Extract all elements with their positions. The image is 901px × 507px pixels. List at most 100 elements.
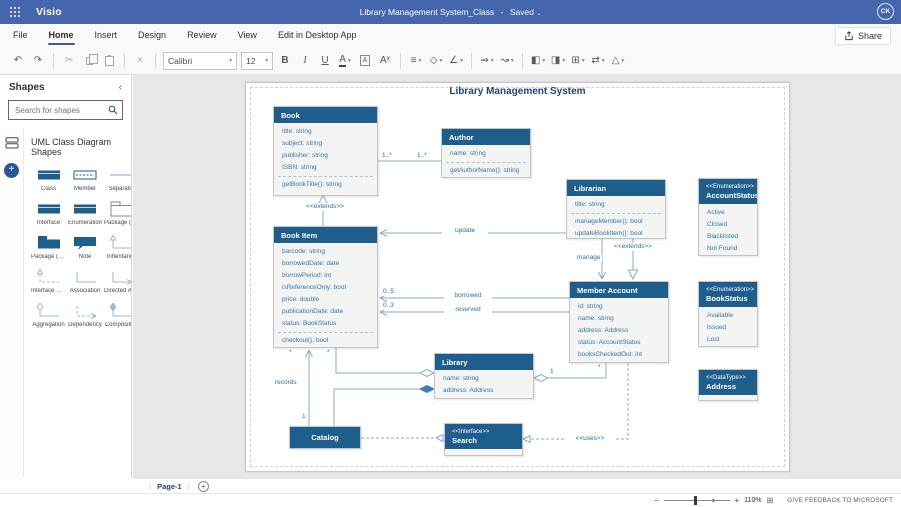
line-icon: ∠ <box>449 55 458 66</box>
uses-label: <<uses>> <box>564 435 616 443</box>
group-icon: ⊞ <box>571 55 579 66</box>
connector-end-button[interactable]: ↝▾ <box>499 52 515 70</box>
menu-design[interactable]: Design <box>137 26 167 45</box>
menu-file[interactable]: File <box>12 26 29 45</box>
address-name: Address <box>706 382 757 392</box>
uml-class-author[interactable]: Author name: stringgetAuthorName(): stri… <box>441 128 531 178</box>
uml-row: name: string <box>570 313 668 325</box>
drawing-canvas[interactable]: Library Management System <box>133 75 901 478</box>
uml-class-library[interactable]: Library name: stringaddress: Address <box>434 353 534 399</box>
uml-datatype-address[interactable]: <<DataType>>Address <box>698 369 758 401</box>
chevron-down-icon: ▾ <box>511 58 514 64</box>
position-button[interactable]: ⇄▾ <box>590 52 606 70</box>
uml-enum-accountstatus[interactable]: <<Enumeration>>AccountStatus ActiveClose… <box>698 178 758 256</box>
position-icon: ⇄ <box>591 55 599 66</box>
menu-home[interactable]: Home <box>48 26 75 45</box>
stencil-shape-class[interactable]: Class <box>31 167 66 192</box>
uml-enum-bookstatus[interactable]: <<Enumeration>>BookStatus AvailableIssue… <box>698 281 758 347</box>
page-tab[interactable]: Page-1 <box>157 482 182 491</box>
bold-button[interactable]: B <box>277 52 293 70</box>
zoom-in-button[interactable]: + <box>735 496 740 505</box>
menu-insert[interactable]: Insert <box>94 26 119 45</box>
paste-button[interactable] <box>101 52 117 70</box>
stencil-shape-separator[interactable]: Separator <box>104 167 131 192</box>
search-name: Search <box>452 436 522 446</box>
underline-button[interactable]: U <box>317 52 333 70</box>
stencil-shape-package-ex[interactable]: Package (ex... <box>104 201 131 226</box>
stencil-shape-label: Package (col... <box>31 254 66 260</box>
font-color-button[interactable]: A▾ <box>337 52 353 70</box>
collapse-panel-icon[interactable]: ‹ <box>119 82 122 93</box>
stencil-shape-interface-re[interactable]: Interface Re... <box>31 269 66 294</box>
add-stencil-button[interactable]: + <box>4 163 19 178</box>
stencil-shape-label: Note <box>79 254 92 260</box>
diagram-title[interactable]: Library Management System <box>246 86 789 97</box>
delete-button[interactable]: × <box>132 52 148 70</box>
drawing-page[interactable]: Library Management System <box>245 82 790 472</box>
stencil-shape-label: Composition <box>105 322 131 328</box>
stencil-shape-label: Package (ex... <box>104 220 131 226</box>
send-backward-button[interactable]: ◨▾ <box>550 52 566 70</box>
bring-forward-button[interactable]: ◧▾ <box>530 52 546 70</box>
app-launcher-icon[interactable] <box>0 0 30 24</box>
zoom-out-button[interactable]: − <box>654 496 659 505</box>
zoom-level[interactable]: 110% <box>744 497 761 504</box>
menu-view[interactable]: View <box>237 26 258 45</box>
redo-button[interactable]: ↷ <box>30 52 46 70</box>
note-shape-icon <box>73 235 97 251</box>
stencil-shape-interface[interactable]: Interface <box>31 201 66 226</box>
saved-status[interactable]: Saved <box>510 7 534 17</box>
uml-class-member-account[interactable]: Member Account id: stringname: stringadd… <box>569 281 669 363</box>
menu-edit-desktop[interactable]: Edit in Desktop App <box>277 26 358 45</box>
feedback-link[interactable]: GIVE FEEDBACK TO MICROSOFT <box>787 497 893 504</box>
uml-class-book-item[interactable]: Book Item barcode: stringborrowedDate: d… <box>273 226 378 348</box>
uml-row: manageMember(): bool <box>567 216 665 228</box>
shape-fill-button[interactable]: ◇▾ <box>428 52 444 70</box>
add-page-button[interactable]: + <box>198 481 209 492</box>
fit-page-icon[interactable]: ⊞ <box>767 496 774 505</box>
uml-interface-search[interactable]: <<Interface>>Search <box>444 423 523 456</box>
connector-begin-button[interactable]: ⇒▾ <box>479 52 495 70</box>
stencil-shape-dependency[interactable]: Dependency <box>68 303 102 328</box>
stencil-shape-note[interactable]: Note <box>68 235 102 260</box>
uml-class-librarian[interactable]: Librarian title: stringmanageMember(): b… <box>566 179 666 239</box>
shape-search-input[interactable] <box>13 105 108 116</box>
text-block-button[interactable]: A <box>357 52 373 70</box>
account-avatar[interactable]: CK <box>877 3 894 20</box>
chevron-down-icon: ▾ <box>348 58 351 64</box>
stencil-shape-directed-ass[interactable]: Directed Ass... <box>104 269 131 294</box>
uml-class-book[interactable]: Book title: stringsubject: stringpublish… <box>273 106 378 196</box>
saved-chevron-icon[interactable]: ⌄ <box>536 11 541 17</box>
document-title-text: Library Management System_Class <box>360 7 495 17</box>
share-button[interactable]: Share <box>835 27 891 45</box>
multiplicity-label: 1..* <box>416 152 428 160</box>
undo-button[interactable]: ↶ <box>10 52 26 70</box>
stencil-shape-inheritance[interactable]: Inheritance <box>104 235 131 260</box>
align-text-button[interactable]: ≡▾ <box>408 52 424 70</box>
association-connector-icon <box>73 269 98 285</box>
shape-search-box[interactable] <box>8 100 123 120</box>
shrink-text-button[interactable]: Aˣ <box>377 52 393 70</box>
stencil-shape-composition[interactable]: Composition <box>104 303 131 328</box>
font-family-select[interactable]: Calibri▾ <box>163 52 237 70</box>
stencil-shape-package-col[interactable]: Package (col... <box>31 235 66 260</box>
change-shape-button[interactable]: △▾ <box>610 52 626 70</box>
zoom-slider-thumb[interactable] <box>694 496 697 505</box>
uml-row: ISBN: string <box>274 162 377 174</box>
cut-button[interactable]: ✂ <box>61 52 77 70</box>
shape-outline-button[interactable]: ∠▾ <box>448 52 464 70</box>
stencil-shape-association[interactable]: Association <box>68 269 102 294</box>
stencil-tab-icon[interactable] <box>5 137 19 149</box>
stencil-shape-member[interactable]: Member <box>68 167 102 192</box>
chevron-down-icon: ▾ <box>491 58 494 64</box>
stencil-shape-aggregation[interactable]: Aggregation <box>31 303 66 328</box>
group-button[interactable]: ⊞▾ <box>570 52 586 70</box>
menu-review[interactable]: Review <box>186 26 218 45</box>
font-size-select[interactable]: 12▾ <box>241 52 273 70</box>
stencil-shape-enumeration[interactable]: Enumeration <box>68 201 102 226</box>
aggregation-connector-icon <box>36 303 61 319</box>
zoom-slider[interactable] <box>664 500 730 501</box>
copy-button[interactable] <box>81 52 97 70</box>
uml-class-catalog[interactable]: Catalog <box>289 426 361 449</box>
italic-button[interactable]: I <box>297 52 313 70</box>
